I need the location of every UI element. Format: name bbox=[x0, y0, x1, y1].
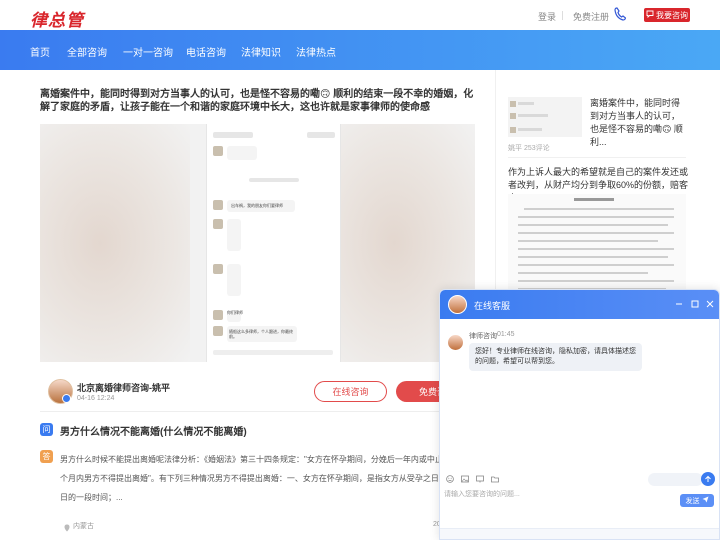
image-icon[interactable] bbox=[461, 475, 469, 483]
send-button[interactable]: 发送 bbox=[680, 494, 714, 507]
register-link[interactable]: 免费注册 bbox=[573, 10, 609, 23]
related-thumbnail[interactable] bbox=[508, 97, 582, 137]
answer-text: 男方什么时候不能提出离婚呢法律分析：《婚姻法》第三十四条规定："女方在怀孕期间，… bbox=[60, 455, 475, 502]
document-thumbnail[interactable] bbox=[508, 194, 686, 300]
related-article-meta: 姚平 253评论 bbox=[508, 145, 550, 152]
answer-badge: 答 bbox=[40, 450, 53, 463]
close-icon[interactable] bbox=[704, 298, 716, 310]
minimize-icon[interactable] bbox=[673, 298, 685, 310]
divider bbox=[562, 11, 563, 20]
message-sender: 律师咨询 bbox=[469, 333, 497, 340]
site-logo[interactable]: 律总管 bbox=[30, 6, 84, 31]
author-name[interactable]: 北京离婚律师咨询-姚平 bbox=[77, 381, 170, 394]
chat-bubble-icon bbox=[646, 10, 654, 20]
consult-button[interactable]: 我要咨询 bbox=[644, 8, 690, 22]
nav-legal-hot[interactable]: 法律热点 bbox=[296, 44, 336, 59]
emoji-icon[interactable] bbox=[446, 475, 454, 483]
top-bar: 律总管 登录 免费注册 我要咨询 bbox=[0, 0, 720, 31]
image-blur-left bbox=[40, 124, 190, 362]
arrow-up-icon[interactable] bbox=[701, 472, 715, 486]
verified-badge-icon bbox=[62, 394, 71, 403]
message-time: 01:45 bbox=[497, 331, 515, 338]
main-nav: 首页 全部咨询 一对一咨询 电话咨询 法律知识 法律热点 bbox=[0, 30, 720, 70]
divider bbox=[508, 157, 686, 158]
location-text: 内蒙古 bbox=[73, 523, 94, 530]
folder-icon[interactable] bbox=[491, 475, 499, 483]
screen-icon[interactable] bbox=[476, 475, 484, 483]
nav-phone-consult[interactable]: 电话咨询 bbox=[186, 44, 226, 59]
avatar bbox=[448, 335, 463, 350]
chat-header[interactable]: 在线客服 bbox=[440, 290, 719, 319]
send-button-label: 发送 bbox=[685, 497, 700, 505]
chat-toolbar bbox=[446, 475, 499, 483]
avatar bbox=[448, 295, 467, 314]
chat-footer bbox=[440, 528, 719, 539]
related-sidebar: 离婚案件中，能同时得到对方当事人的认可，也是怪不容易的嘞🙃 顺利... 姚平 2… bbox=[495, 70, 695, 300]
location-icon bbox=[64, 521, 70, 532]
question-badge: 问 bbox=[40, 423, 53, 436]
nav-home[interactable]: 首页 bbox=[30, 44, 50, 59]
chat-screenshot: 出车祸，我的朋友你们要律师 你们律师 随船这么多律师，个人跟进，你最终前。 bbox=[206, 124, 341, 362]
online-consult-button[interactable]: 在线咨询 bbox=[314, 381, 387, 402]
nav-all-consult[interactable]: 全部咨询 bbox=[67, 44, 107, 59]
chat-input[interactable] bbox=[444, 488, 674, 500]
chat-widget: 在线客服 律师咨询 01:45 您好！专业律师在线咨询，隐私加密，请具体描述您的… bbox=[439, 289, 720, 540]
phone-icon[interactable] bbox=[614, 7, 627, 21]
author-row: 北京离婚律师咨询-姚平 04-16 12:24 在线咨询 免费咨 bbox=[40, 374, 475, 412]
login-link[interactable]: 登录 bbox=[538, 10, 556, 23]
post-time: 04-16 12:24 bbox=[77, 395, 115, 402]
question-title[interactable]: 男方什么情况不能离婚(什么情况不能离婚) bbox=[60, 423, 247, 438]
message-bubble: 您好！专业律师在线咨询，隐私加密，请具体描述您的问题，希望可以帮到您。 bbox=[469, 343, 642, 371]
quick-reply-field[interactable] bbox=[648, 473, 703, 486]
chat-title: 在线客服 bbox=[474, 301, 511, 311]
maximize-icon[interactable] bbox=[689, 298, 701, 310]
paper-plane-icon bbox=[702, 496, 709, 505]
article-image[interactable]: 出车祸，我的朋友你们要律师 你们律师 随船这么多律师，个人跟进，你最终前。 bbox=[40, 124, 475, 362]
nav-one-on-one[interactable]: 一对一咨询 bbox=[123, 44, 173, 59]
related-article-title[interactable]: 离婚案件中，能同时得到对方当事人的认可，也是怪不容易的嘞🙃 顺利... bbox=[590, 97, 686, 149]
consult-button-label: 我要咨询 bbox=[656, 10, 688, 20]
article-title: 离婚案件中，能同时得到对方当事人的认可，也是怪不容易的嘞🙃 顺利的结束一段不幸的… bbox=[40, 89, 474, 113]
nav-legal-knowledge[interactable]: 法律知识 bbox=[241, 44, 281, 59]
